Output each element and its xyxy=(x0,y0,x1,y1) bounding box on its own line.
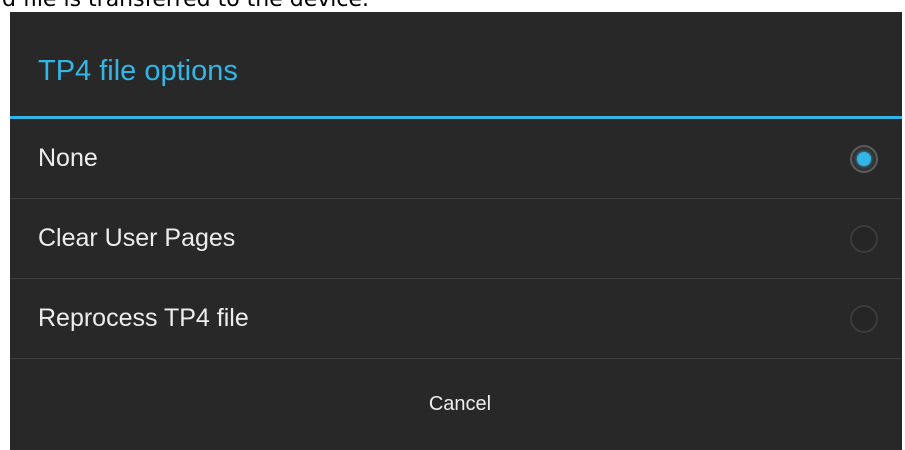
option-label: None xyxy=(38,144,98,172)
option-clear-user-pages[interactable]: Clear User Pages xyxy=(10,199,902,279)
dialog-title: TP4 file options xyxy=(10,12,902,119)
option-none[interactable]: None xyxy=(10,119,902,199)
radio-dot-icon xyxy=(857,151,871,166)
caption-text: d file is transferred to the device. xyxy=(0,0,905,12)
radio-unselected-icon[interactable] xyxy=(850,304,878,333)
option-label: Reprocess TP4 file xyxy=(38,304,249,332)
dialog-footer: Cancel xyxy=(10,359,902,449)
cancel-button[interactable]: Cancel xyxy=(429,393,491,416)
radio-selected-icon[interactable] xyxy=(850,144,878,173)
tp4-options-dialog: TP4 file options None Clear User Pages R… xyxy=(10,12,902,450)
option-label: Clear User Pages xyxy=(38,224,236,252)
option-reprocess-tp4-file[interactable]: Reprocess TP4 file xyxy=(10,279,902,359)
radio-unselected-icon[interactable] xyxy=(850,224,878,253)
